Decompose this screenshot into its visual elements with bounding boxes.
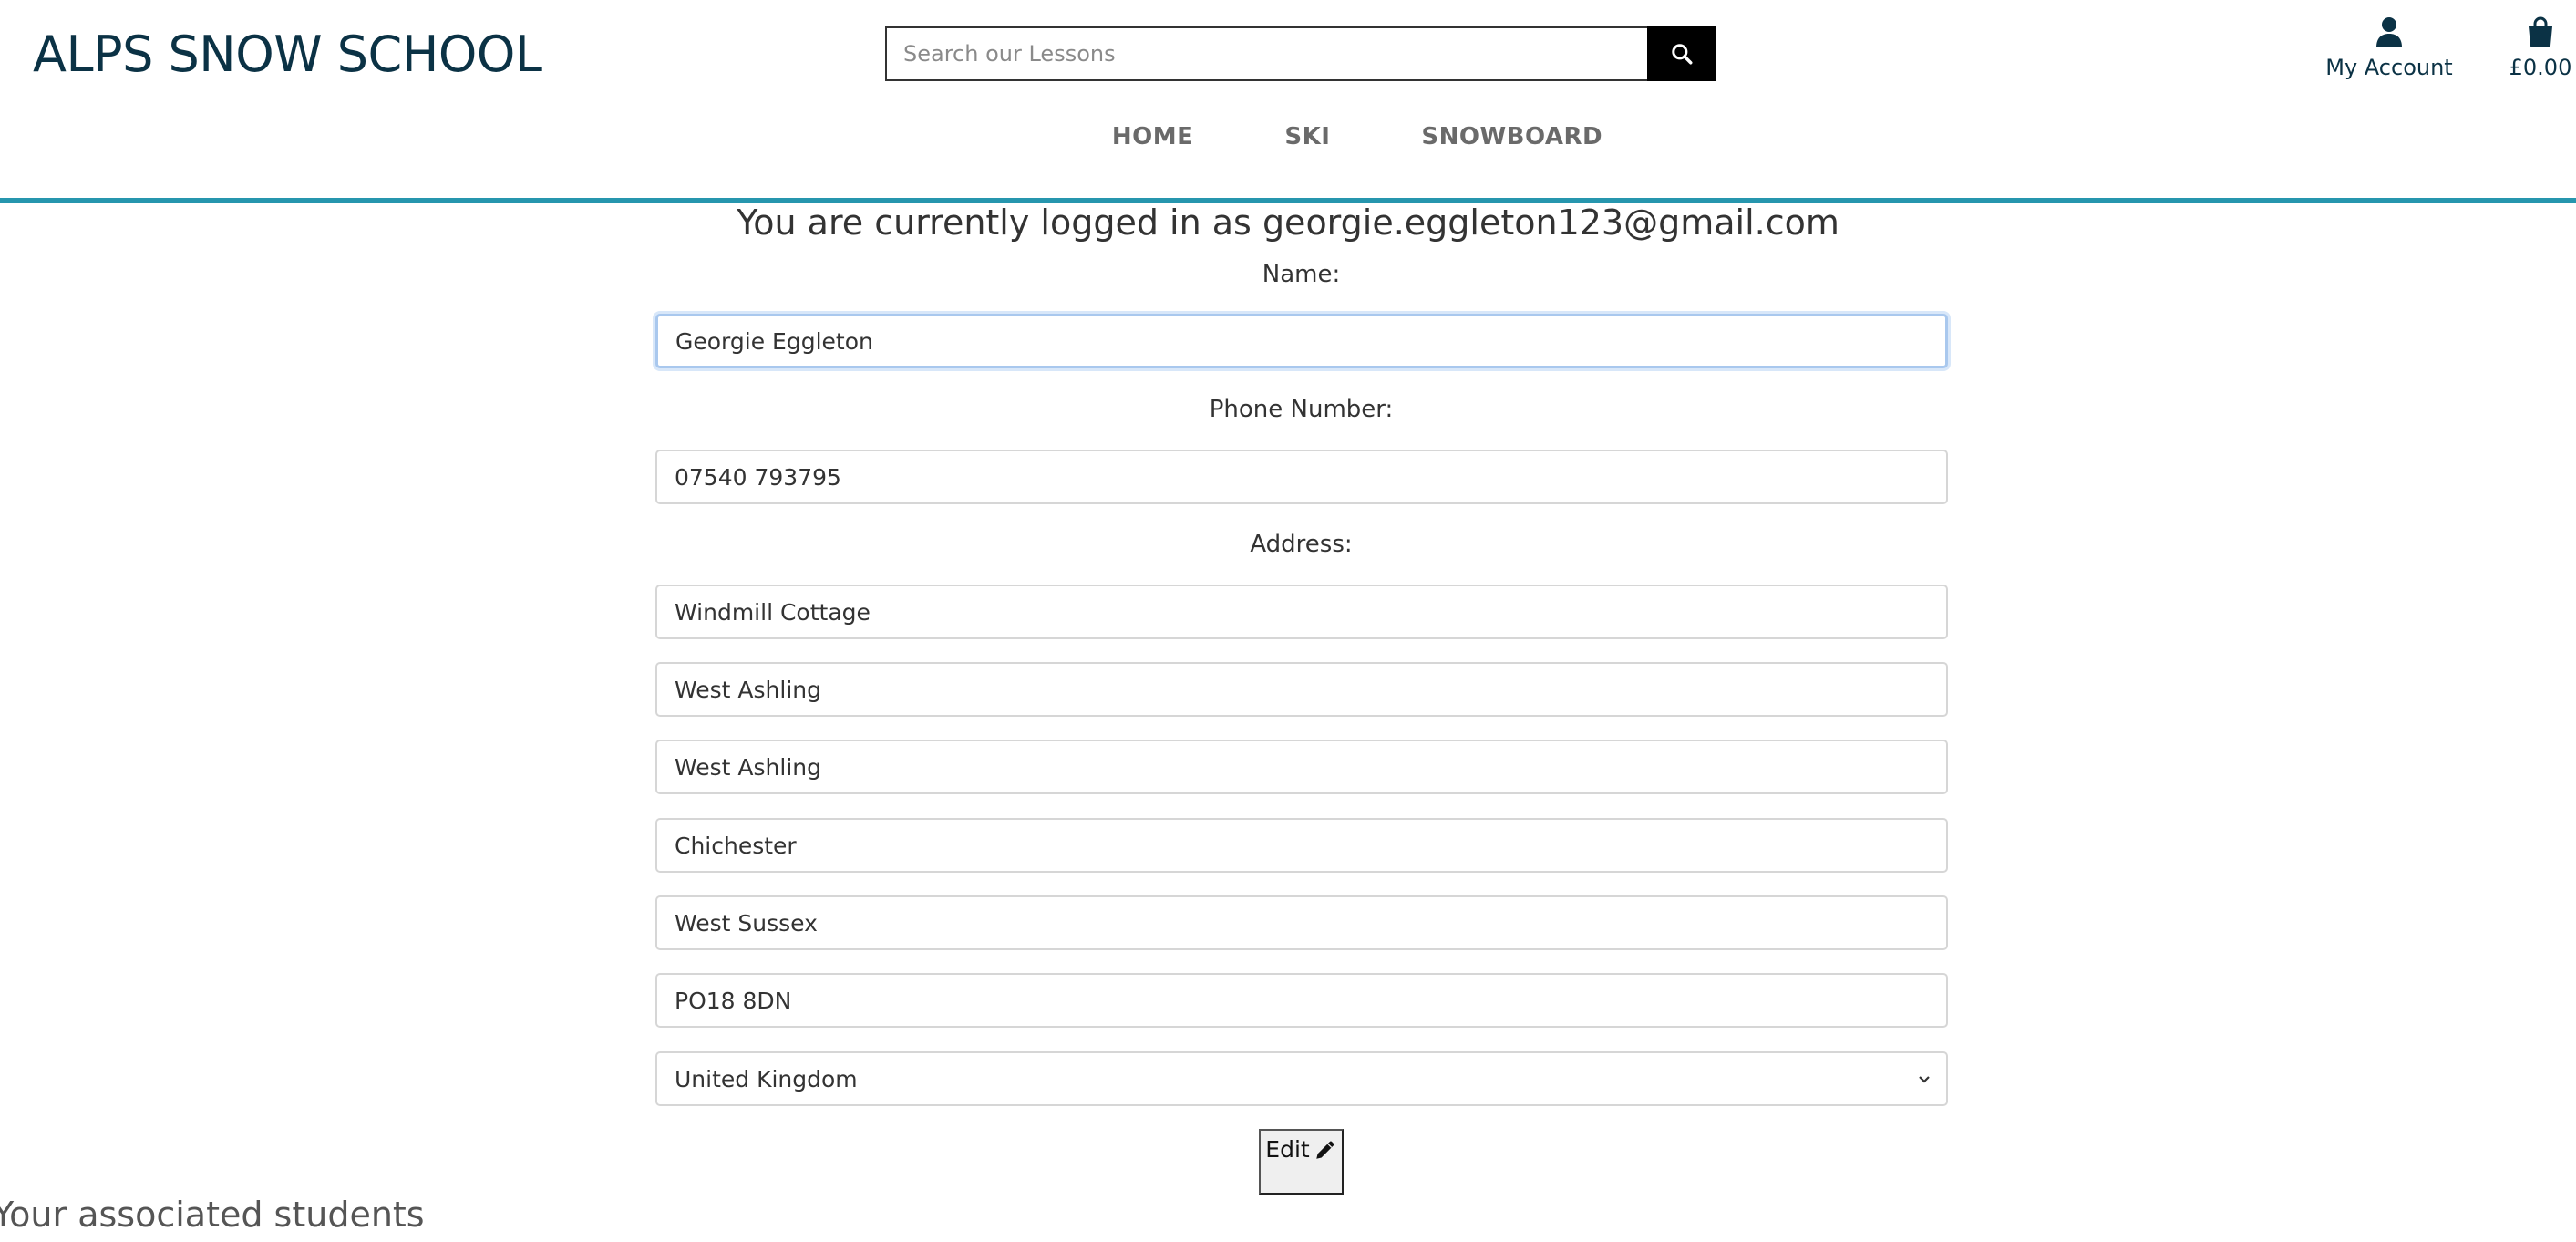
search-button[interactable] xyxy=(1647,26,1716,81)
postcode-field[interactable] xyxy=(655,973,1948,1028)
nav-item-snowboard[interactable]: SNOWBOARD xyxy=(1421,123,1602,150)
search-icon xyxy=(1672,44,1693,65)
shopping-bag-icon xyxy=(2529,16,2552,47)
search-input[interactable] xyxy=(885,26,1647,81)
address-line-1-field[interactable] xyxy=(655,585,1948,639)
address-line-3-field[interactable] xyxy=(655,740,1948,794)
name-label: Name: xyxy=(1262,261,1341,288)
chevron-down-icon xyxy=(1919,1076,1930,1083)
address-line-2-field[interactable] xyxy=(655,662,1948,717)
user-icon xyxy=(2376,17,2402,47)
my-account-link[interactable]: My Account xyxy=(2321,16,2458,80)
site-logo[interactable]: ALPS SNOW SCHOOL xyxy=(33,26,542,83)
bag-total: £0.00 xyxy=(2509,55,2572,80)
country-select[interactable]: United Kingdom xyxy=(655,1051,1948,1106)
shopping-bag-link[interactable]: £0.00 xyxy=(2505,16,2576,80)
edit-button[interactable]: Edit xyxy=(1259,1129,1344,1195)
name-field[interactable] xyxy=(655,314,1948,368)
edit-button-label: Edit xyxy=(1265,1136,1310,1163)
main-nav: HOME SKI SNOWBOARD xyxy=(0,123,2576,150)
phone-field[interactable] xyxy=(655,450,1948,504)
search-bar xyxy=(885,26,1716,81)
phone-label: Phone Number: xyxy=(1209,396,1394,423)
town-field[interactable] xyxy=(655,818,1948,873)
county-field[interactable] xyxy=(655,895,1948,950)
my-account-label: My Account xyxy=(2325,55,2453,80)
address-label: Address: xyxy=(1250,531,1353,558)
pencil-icon xyxy=(1315,1141,1334,1159)
nav-item-home[interactable]: HOME xyxy=(1112,123,1194,150)
nav-item-ski[interactable]: SKI xyxy=(1284,123,1330,150)
country-value: United Kingdom xyxy=(675,1065,858,1092)
associated-students-heading: Your associated students xyxy=(0,1195,425,1235)
login-status: You are currently logged in as georgie.e… xyxy=(737,202,1839,243)
